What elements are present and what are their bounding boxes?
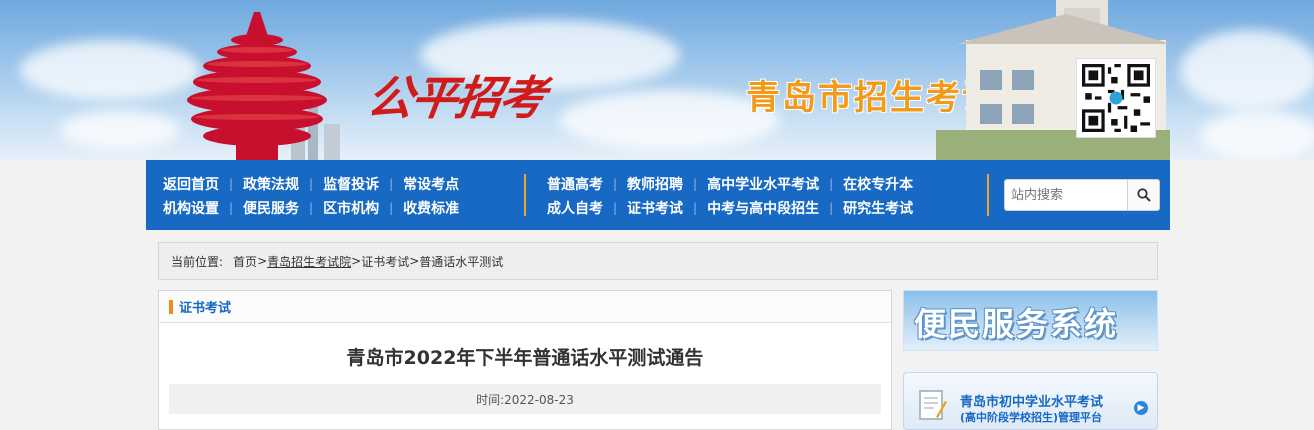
nav-group-exams: 普通高考 | 教师招聘 | 高中学业水平考试 | 在校专升本 成人自考 | 证书… — [547, 172, 913, 220]
header-accent-bar — [169, 299, 173, 314]
breadcrumb-home[interactable]: 首页 — [233, 253, 257, 270]
nav-link-upgrade[interactable]: 在校专升本 — [843, 174, 913, 194]
article-card: 证书考试 青岛市2022年下半年普通话水平测试通告 时间:2022-08-23 — [158, 290, 892, 430]
breadcrumb-separator: > — [351, 254, 362, 268]
nav-link-self-study[interactable]: 成人自考 — [547, 198, 603, 218]
nav-separator: | — [309, 201, 314, 215]
nav-link-postgraduate[interactable]: 研究生考试 — [843, 198, 913, 218]
search-icon — [1136, 188, 1151, 202]
publish-time: 时间:2022-08-23 — [476, 392, 574, 407]
nav-link-teacher-recruit[interactable]: 教师招聘 — [627, 174, 683, 194]
arrow-right-icon: ▶ — [1134, 401, 1148, 415]
card-header: 证书考试 — [159, 291, 891, 323]
platform-title: 青岛市初中学业水平考试 — [960, 395, 1104, 410]
breadcrumb-site[interactable]: 青岛招生考试院 — [267, 253, 351, 270]
nav-separator: | — [693, 177, 698, 191]
nav-separator: | — [613, 177, 618, 191]
service-system-banner[interactable]: 便民服务系统 — [903, 290, 1158, 351]
nav-separator: | — [229, 201, 234, 215]
breadcrumb: 当前位置: 首页 > 青岛招生考试院 > 证书考试 > 普通话水平测试 — [158, 242, 1158, 280]
article-title: 青岛市2022年下半年普通话水平测试通告 — [346, 347, 704, 369]
main-nav: 返回首页 | 政策法规 | 监督投诉 | 常设考点 机构设置 | 便民服务 | … — [146, 160, 1170, 230]
nav-link-zhongkao[interactable]: 中考与高中段招生 — [707, 198, 819, 218]
nav-divider — [987, 174, 989, 216]
breadcrumb-label: 当前位置: — [171, 254, 224, 269]
nav-group-general: 返回首页 | 政策法规 | 监督投诉 | 常设考点 机构设置 | 便民服务 | … — [163, 172, 459, 220]
nav-separator: | — [693, 201, 698, 215]
nav-separator: | — [613, 201, 618, 215]
site-search — [1004, 179, 1160, 211]
nav-link-district[interactable]: 区市机构 — [323, 198, 379, 218]
nav-link-policy[interactable]: 政策法规 — [243, 174, 299, 194]
nav-divider — [524, 174, 526, 216]
breadcrumb-section[interactable]: 证书考试 — [361, 253, 409, 270]
breadcrumb-current: 普通话水平测试 — [419, 254, 504, 269]
nav-separator: | — [229, 177, 234, 191]
nav-link-certificate[interactable]: 证书考试 — [627, 198, 683, 218]
nav-link-gaokao[interactable]: 普通高考 — [547, 174, 603, 194]
article-meta: 时间:2022-08-23 — [169, 384, 881, 414]
nav-link-complaint[interactable]: 监督投诉 — [323, 174, 379, 194]
may-wind-sculpture-logo — [187, 12, 340, 160]
search-button[interactable] — [1127, 180, 1159, 210]
nav-link-exam-sites[interactable]: 常设考点 — [403, 174, 459, 194]
platform-link-card[interactable]: 青岛市初中学业水平考试 (高中阶段学校招生)管理平台 ▶ — [903, 372, 1158, 430]
search-input[interactable] — [1005, 180, 1127, 210]
nav-separator: | — [309, 177, 314, 191]
category-title[interactable]: 证书考试 — [179, 297, 231, 316]
nav-link-academic-level[interactable]: 高中学业水平考试 — [707, 174, 819, 194]
breadcrumb-separator: > — [257, 254, 268, 268]
nav-separator: | — [829, 177, 834, 191]
nav-link-home[interactable]: 返回首页 — [163, 174, 219, 194]
calligraphy-slogan: 公平招考 — [363, 71, 548, 125]
service-banner-text: 便民服务系统 — [914, 305, 1119, 343]
document-pen-icon — [919, 390, 947, 420]
nav-separator: | — [389, 177, 394, 191]
platform-subtitle: (高中阶段学校招生)管理平台 — [960, 411, 1103, 424]
nav-link-services[interactable]: 便民服务 — [243, 198, 299, 218]
nav-link-organization[interactable]: 机构设置 — [163, 198, 219, 218]
nav-link-fees[interactable]: 收费标准 — [403, 198, 459, 218]
header-banner: 公平招考 青岛市招生考试院 — [0, 0, 1314, 160]
qr-code — [1076, 58, 1156, 138]
nav-separator: | — [829, 201, 834, 215]
breadcrumb-separator: > — [409, 254, 420, 268]
nav-separator: | — [389, 201, 394, 215]
